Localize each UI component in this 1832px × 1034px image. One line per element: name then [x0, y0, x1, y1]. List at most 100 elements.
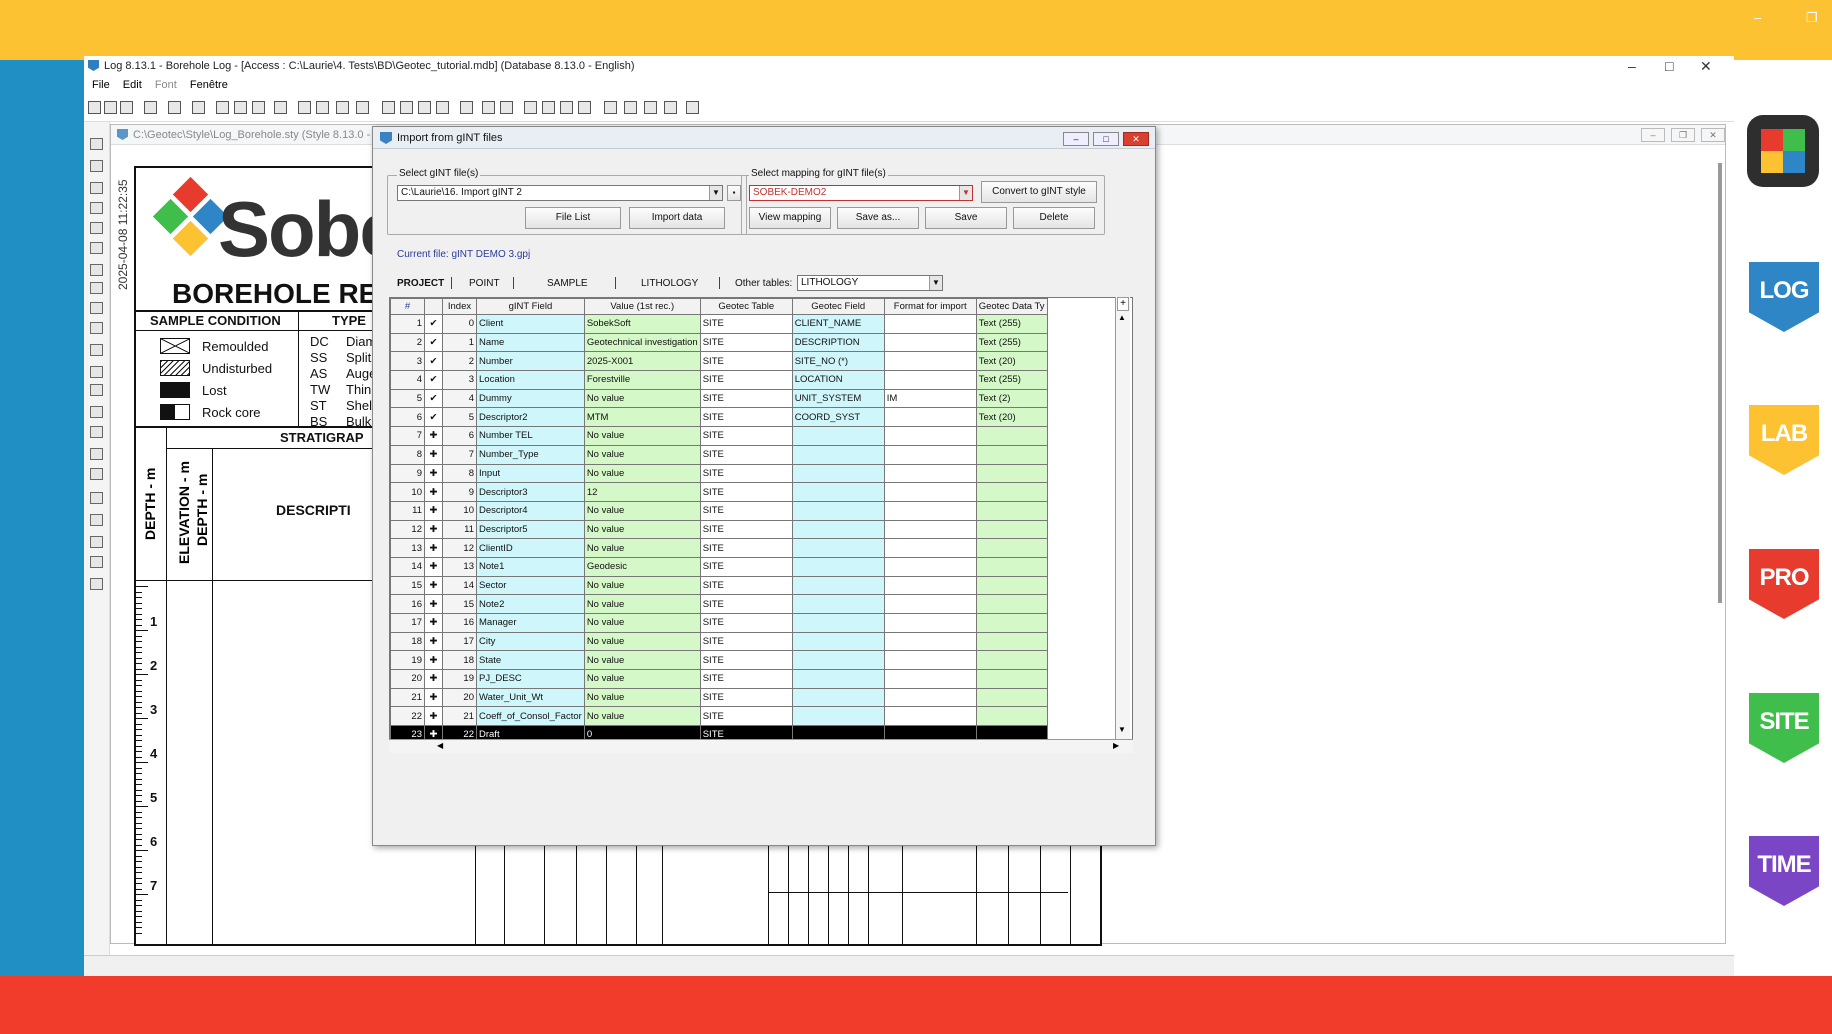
table-cell[interactable]: SITE	[699, 426, 793, 446]
table-cell[interactable]: 16	[390, 594, 425, 614]
table-cell[interactable]: 9	[390, 463, 425, 484]
table-cell[interactable]: 17	[442, 631, 477, 652]
table-cell[interactable]: 10	[390, 482, 425, 502]
col-header[interactable]: #	[390, 298, 425, 315]
table-row[interactable]: 11 ✚ 10 Descriptor4 No value SITE	[390, 500, 1048, 521]
table-cell[interactable]: SITE	[699, 482, 793, 502]
table-cell[interactable]	[791, 631, 885, 652]
table-cell[interactable]	[883, 687, 977, 708]
table-cell[interactable]	[975, 463, 1048, 484]
tab-sample[interactable]: SAMPLE	[547, 278, 588, 289]
table-cell[interactable]	[883, 519, 977, 540]
table-cell[interactable]: SITE	[699, 351, 793, 372]
table-cell[interactable]: SITE_NO (*)	[791, 351, 885, 372]
table-row[interactable]: 17 ✚ 16 Manager No value SITE	[390, 613, 1048, 633]
toolbar-tool-icon[interactable]	[192, 101, 205, 114]
table-row[interactable]: 7 ✚ 6 Number TEL No value SITE	[390, 426, 1048, 446]
table-cell[interactable]: 8	[390, 444, 425, 465]
table-cell[interactable]	[975, 631, 1048, 652]
table-cell[interactable]	[975, 706, 1048, 727]
convert-to-gint-button[interactable]: Convert to gINT style	[981, 181, 1097, 203]
scroll-left-icon[interactable]: ◀	[437, 741, 443, 750]
toolbar-tool-icon[interactable]	[336, 101, 349, 114]
table-cell[interactable]: UNIT_SYSTEM	[791, 388, 885, 409]
table-cell[interactable]	[883, 538, 977, 558]
table-cell[interactable]: SITE	[699, 706, 793, 727]
table-cell[interactable]	[883, 650, 977, 671]
table-cell[interactable]	[791, 519, 885, 540]
table-cell[interactable]	[791, 482, 885, 502]
mdi-close-button[interactable]: ✕	[1701, 128, 1725, 142]
table-cell[interactable]: Client	[476, 314, 585, 334]
mdi-minimize-button[interactable]: –	[1641, 128, 1665, 142]
toolbar-tool-icon[interactable]	[274, 101, 287, 114]
table-cell[interactable]: 2	[390, 332, 425, 353]
toolbar-tool-icon[interactable]	[120, 101, 133, 114]
table-cell[interactable]: 1	[442, 332, 477, 353]
toolbar-tool-icon[interactable]	[460, 101, 473, 114]
col-header[interactable]: Geotec Field	[791, 298, 885, 315]
table-cell[interactable]: 9	[442, 482, 477, 502]
side-tool-icon[interactable]	[90, 556, 103, 568]
add-column-icon[interactable]: +	[1117, 297, 1129, 311]
table-cell[interactable]: Number TEL	[476, 426, 585, 446]
table-cell[interactable]	[883, 669, 977, 689]
table-row[interactable]: 21 ✚ 20 Water_Unit_Wt No value SITE	[390, 687, 1048, 708]
table-row[interactable]: 8 ✚ 7 Number_Type No value SITE	[390, 444, 1048, 465]
table-cell[interactable]	[883, 463, 977, 484]
add-mapping-icon[interactable]: ✚	[424, 706, 443, 727]
table-cell[interactable]	[791, 500, 885, 521]
table-cell[interactable]: 6	[442, 426, 477, 446]
table-cell[interactable]: Note1	[476, 556, 585, 577]
table-cell[interactable]: 13	[390, 538, 425, 558]
grid-vertical-scrollbar[interactable]: + ▲ ▼	[1115, 297, 1130, 753]
add-mapping-icon[interactable]: ✚	[424, 482, 443, 502]
table-row[interactable]: 19 ✚ 18 State No value SITE	[390, 650, 1048, 671]
add-mapping-icon[interactable]: ✚	[424, 500, 443, 521]
table-cell[interactable]: SITE	[699, 556, 793, 577]
table-row[interactable]: 16 ✚ 15 Note2 No value SITE	[390, 594, 1048, 614]
table-cell[interactable]	[975, 687, 1048, 708]
table-cell[interactable]: 12	[583, 482, 701, 502]
table-cell[interactable]: 21	[442, 706, 477, 727]
table-cell[interactable]: SITE	[699, 631, 793, 652]
table-cell[interactable]: 4	[442, 388, 477, 409]
table-cell[interactable]: 7	[390, 426, 425, 446]
add-mapping-icon[interactable]: ✚	[424, 594, 443, 614]
table-cell[interactable]: CLIENT_NAME	[791, 314, 885, 334]
table-cell[interactable]	[883, 444, 977, 465]
table-cell[interactable]: State	[476, 650, 585, 671]
table-cell[interactable]: City	[476, 631, 585, 652]
mapped-check-icon[interactable]: ✔	[424, 314, 443, 334]
table-cell[interactable]: Dummy	[476, 388, 585, 409]
table-cell[interactable]: SITE	[699, 669, 793, 689]
add-mapping-icon[interactable]: ✚	[424, 426, 443, 446]
toolbar-tool-icon[interactable]	[664, 101, 677, 114]
grid-horizontal-scrollbar[interactable]: ◀ ▶	[389, 739, 1133, 753]
table-cell[interactable]: 22	[390, 706, 425, 727]
table-cell[interactable]: No value	[583, 426, 701, 446]
toolbar-tool-icon[interactable]	[686, 101, 699, 114]
table-cell[interactable]: SITE	[699, 463, 793, 484]
table-cell[interactable]	[975, 482, 1048, 502]
table-cell[interactable]	[791, 687, 885, 708]
toolbar-tool-icon[interactable]	[604, 101, 617, 114]
table-cell[interactable]: 12	[390, 519, 425, 540]
side-tool-icon[interactable]	[90, 468, 103, 480]
mapped-check-icon[interactable]: ✔	[424, 407, 443, 428]
table-row[interactable]: 10 ✚ 9 Descriptor3 12 SITE	[390, 482, 1048, 502]
table-cell[interactable]: Number	[476, 351, 585, 372]
side-tool-icon[interactable]	[90, 492, 103, 504]
table-cell[interactable]: No value	[583, 706, 701, 727]
table-cell[interactable]: No value	[583, 500, 701, 521]
table-row[interactable]: 3 ✔ 2 Number 2025-X001 SITE SITE_NO (*) Text (2…	[390, 351, 1048, 372]
other-tables-combo[interactable]: LITHOLOGY ▼	[797, 275, 943, 291]
app-maximize-button[interactable]: □	[1665, 56, 1673, 76]
toolbar-tool-icon[interactable]	[316, 101, 329, 114]
table-cell[interactable]: SITE	[699, 575, 793, 596]
table-cell[interactable]: SITE	[699, 444, 793, 465]
table-row[interactable]: 2 ✔ 1 Name Geotechnical investigation SITE DES…	[390, 332, 1048, 353]
table-cell[interactable]: 19	[390, 650, 425, 671]
side-tool-icon[interactable]	[90, 384, 103, 396]
menu-window[interactable]: Fenêtre	[190, 79, 228, 91]
